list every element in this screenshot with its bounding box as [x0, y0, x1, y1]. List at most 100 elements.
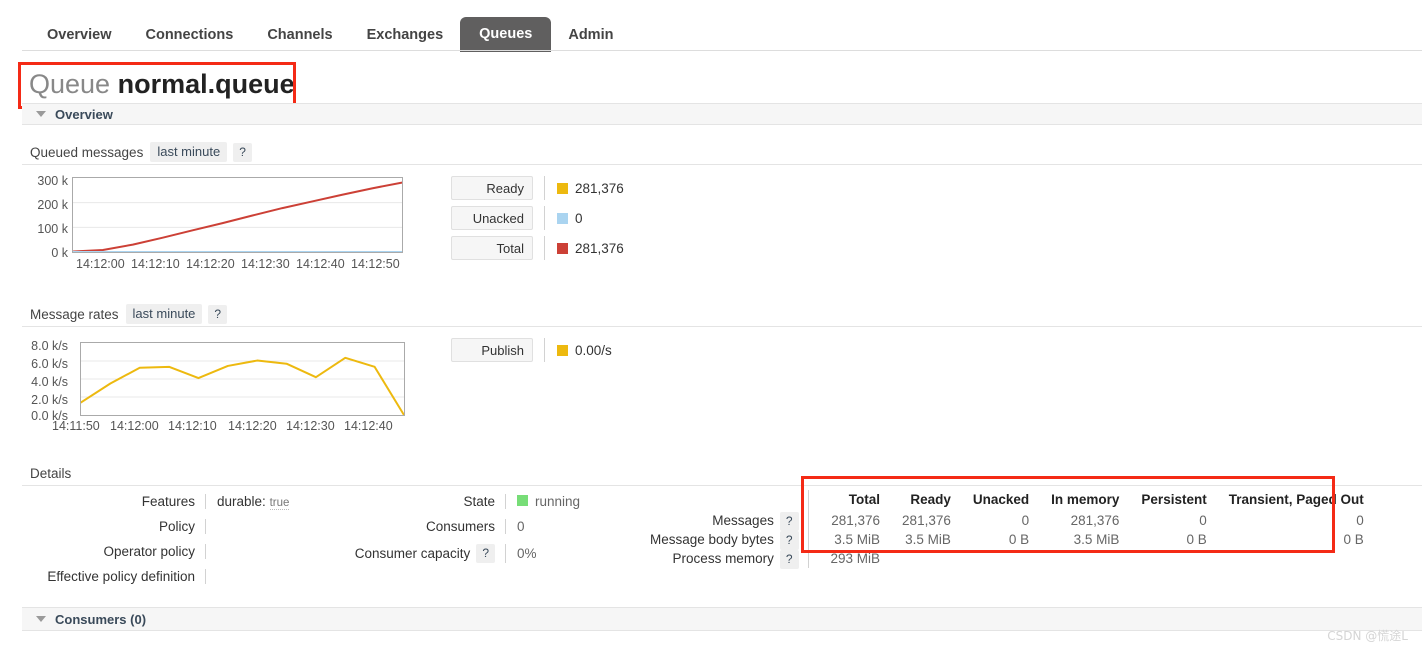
queued-messages-help-icon[interactable]: ? [233, 142, 252, 162]
stats-row-help-icon[interactable]: ? [779, 531, 799, 550]
legend-divider [544, 176, 545, 200]
legend-row-ready: Ready 281,376 [451, 176, 624, 200]
stats-row-label: Message body bytes [650, 532, 774, 547]
stats-cell: 0 B [1186, 532, 1207, 547]
legend-label-total: Total [496, 240, 524, 256]
legend-row-total: Total 281,376 [451, 236, 624, 260]
details-rule [22, 485, 1422, 486]
chart2-xtick-4: 14:12:30 [286, 419, 335, 433]
chart1-ytick-1: 100 k [37, 222, 68, 236]
detail-divider [205, 569, 206, 584]
chart1-ytick-3: 300 k [37, 174, 68, 188]
stats-cell: 281,376 [902, 513, 951, 528]
nav-tab-exchanges[interactable]: Exchanges [350, 19, 461, 52]
detail-value-features-sub: true [269, 497, 290, 510]
chart1-ytick-0: 0 k [51, 246, 68, 260]
legend-swatch-ready [557, 182, 568, 194]
nav-tab-admin[interactable]: Admin [551, 19, 630, 52]
legend-swatch-total [557, 242, 568, 254]
chart2-xtick-1: 14:12:00 [110, 419, 159, 433]
legend-row-unacked: Unacked 0 [451, 206, 583, 230]
nav-tab-overview[interactable]: Overview [30, 19, 129, 52]
nav-tab-queues[interactable]: Queues [460, 17, 552, 52]
message-rates-period[interactable]: last minute [125, 304, 203, 324]
legend-row-publish: Publish 0.00/s [451, 338, 612, 362]
stats-cell: 3.5 MiB [905, 532, 951, 547]
chart2-ytick-2: 4.0 k/s [31, 375, 68, 389]
detail-row-policy: Policy [30, 519, 289, 534]
watermark: CSDN @慌途L [1327, 629, 1408, 643]
queued-messages-chart[interactable] [72, 177, 403, 253]
stats-cell [1207, 549, 1364, 568]
stats-cell [1029, 549, 1119, 568]
stats-row: Message body bytes? 3.5 MiB 3.5 MiB 0 B 3.5 … [650, 530, 1364, 550]
nav-tab-label: Connections [145, 27, 234, 43]
nav-tab-label: Admin [568, 27, 614, 43]
legend-divider [544, 206, 545, 230]
queue-stats-table: Total Ready Unacked In memory Persistent… [650, 490, 1364, 569]
consumer-capacity-help-icon[interactable]: ? [476, 544, 495, 563]
stats-col-persistent: Persistent [1141, 492, 1207, 507]
nav-tab-channels[interactable]: Channels [250, 19, 349, 52]
stats-row-label-cell: Process memory? [650, 549, 808, 569]
message-rates-help-icon[interactable]: ? [208, 304, 228, 324]
detail-divider [205, 544, 206, 559]
legend-value-publish: 0.00/s [575, 342, 612, 358]
section-header-overview[interactable]: Overview [22, 103, 1422, 125]
stats-row-help-icon[interactable]: ? [779, 512, 799, 531]
queue-detail-page: Overview Connections Channels Exchanges Queu… [0, 0, 1422, 650]
details-left-group: Features durable: true Policy Operator p… [30, 494, 290, 594]
legend-button-unacked[interactable]: Unacked [451, 206, 533, 230]
chart1-ytick-2: 200 k [37, 198, 68, 212]
section-header-overview-label: Overview [55, 106, 113, 122]
chart2-xtick-0: 14:11:50 [52, 419, 100, 433]
detail-value-state-text: running [535, 494, 581, 509]
detail-divider [205, 519, 206, 534]
message-rates-chart[interactable] [80, 342, 405, 416]
stats-col-ready: Ready [910, 492, 951, 507]
detail-row-effective-policy: Effective policy definition [30, 569, 289, 584]
message-rates-header: Message rates last minute ? [30, 304, 228, 324]
status-indicator-running [517, 495, 528, 506]
legend-swatch-unacked [557, 212, 568, 224]
legend-value-ready: 281,376 [575, 180, 624, 196]
stats-cell: 3.5 MiB [1073, 532, 1120, 547]
legend-button-publish[interactable]: Publish [451, 338, 533, 362]
stats-row-label-cell: Messages? [650, 511, 808, 531]
chart1-xtick-3: 14:12:30 [241, 257, 290, 271]
nav-underline [22, 50, 1422, 51]
detail-key-effective-policy: Effective policy definition [47, 569, 195, 584]
chart2-ytick-1: 2.0 k/s [31, 393, 68, 407]
legend-button-total[interactable]: Total [451, 236, 533, 260]
legend-value-unacked: 0 [575, 210, 583, 226]
chart1-xtick-0: 14:12:00 [76, 257, 125, 271]
chart2-xtick-5: 14:12:40 [344, 419, 393, 433]
nav-tab-label: Overview [47, 27, 112, 43]
nav-tab-connections[interactable]: Connections [129, 19, 251, 52]
detail-key-operator-policy: Operator policy [103, 544, 195, 559]
queued-messages-rule [22, 164, 1422, 165]
chart2-ytick-4: 8.0 k/s [31, 339, 68, 353]
stats-row-help-icon[interactable]: ? [779, 550, 799, 569]
section-header-consumers[interactable]: Consumers (0) [22, 607, 1422, 631]
stats-col-transient-paged-out: Transient, Paged Out [1228, 492, 1364, 507]
stats-header-row: Total Ready Unacked In memory Persistent… [650, 490, 1364, 511]
legend-value-total: 281,376 [575, 240, 624, 256]
stats-cell: 3.5 MiB [834, 532, 881, 547]
chart1-xtick-1: 14:12:10 [131, 257, 180, 271]
chevron-down-icon [36, 616, 46, 622]
queued-messages-period[interactable]: last minute [150, 142, 228, 162]
detail-row-operator-policy: Operator policy [30, 544, 289, 559]
legend-divider [544, 236, 545, 260]
chart2-xtick-3: 14:12:20 [228, 419, 277, 433]
legend-label-unacked: Unacked [472, 210, 524, 226]
legend-button-ready[interactable]: Ready [451, 176, 533, 200]
queued-messages-header: Queued messages last minute ? [30, 142, 252, 162]
main-navigation: Overview Connections Channels Exchanges Queu… [0, 0, 1422, 52]
stats-cell [880, 549, 951, 568]
stats-cell: 0 B [1008, 532, 1030, 547]
chart2-xtick-2: 14:12:10 [168, 419, 217, 433]
queued-messages-label: Queued messages [30, 144, 144, 160]
detail-key-consumer-capacity: Consumer capacity [354, 546, 471, 561]
stats-col-in-memory: In memory [1051, 492, 1120, 507]
